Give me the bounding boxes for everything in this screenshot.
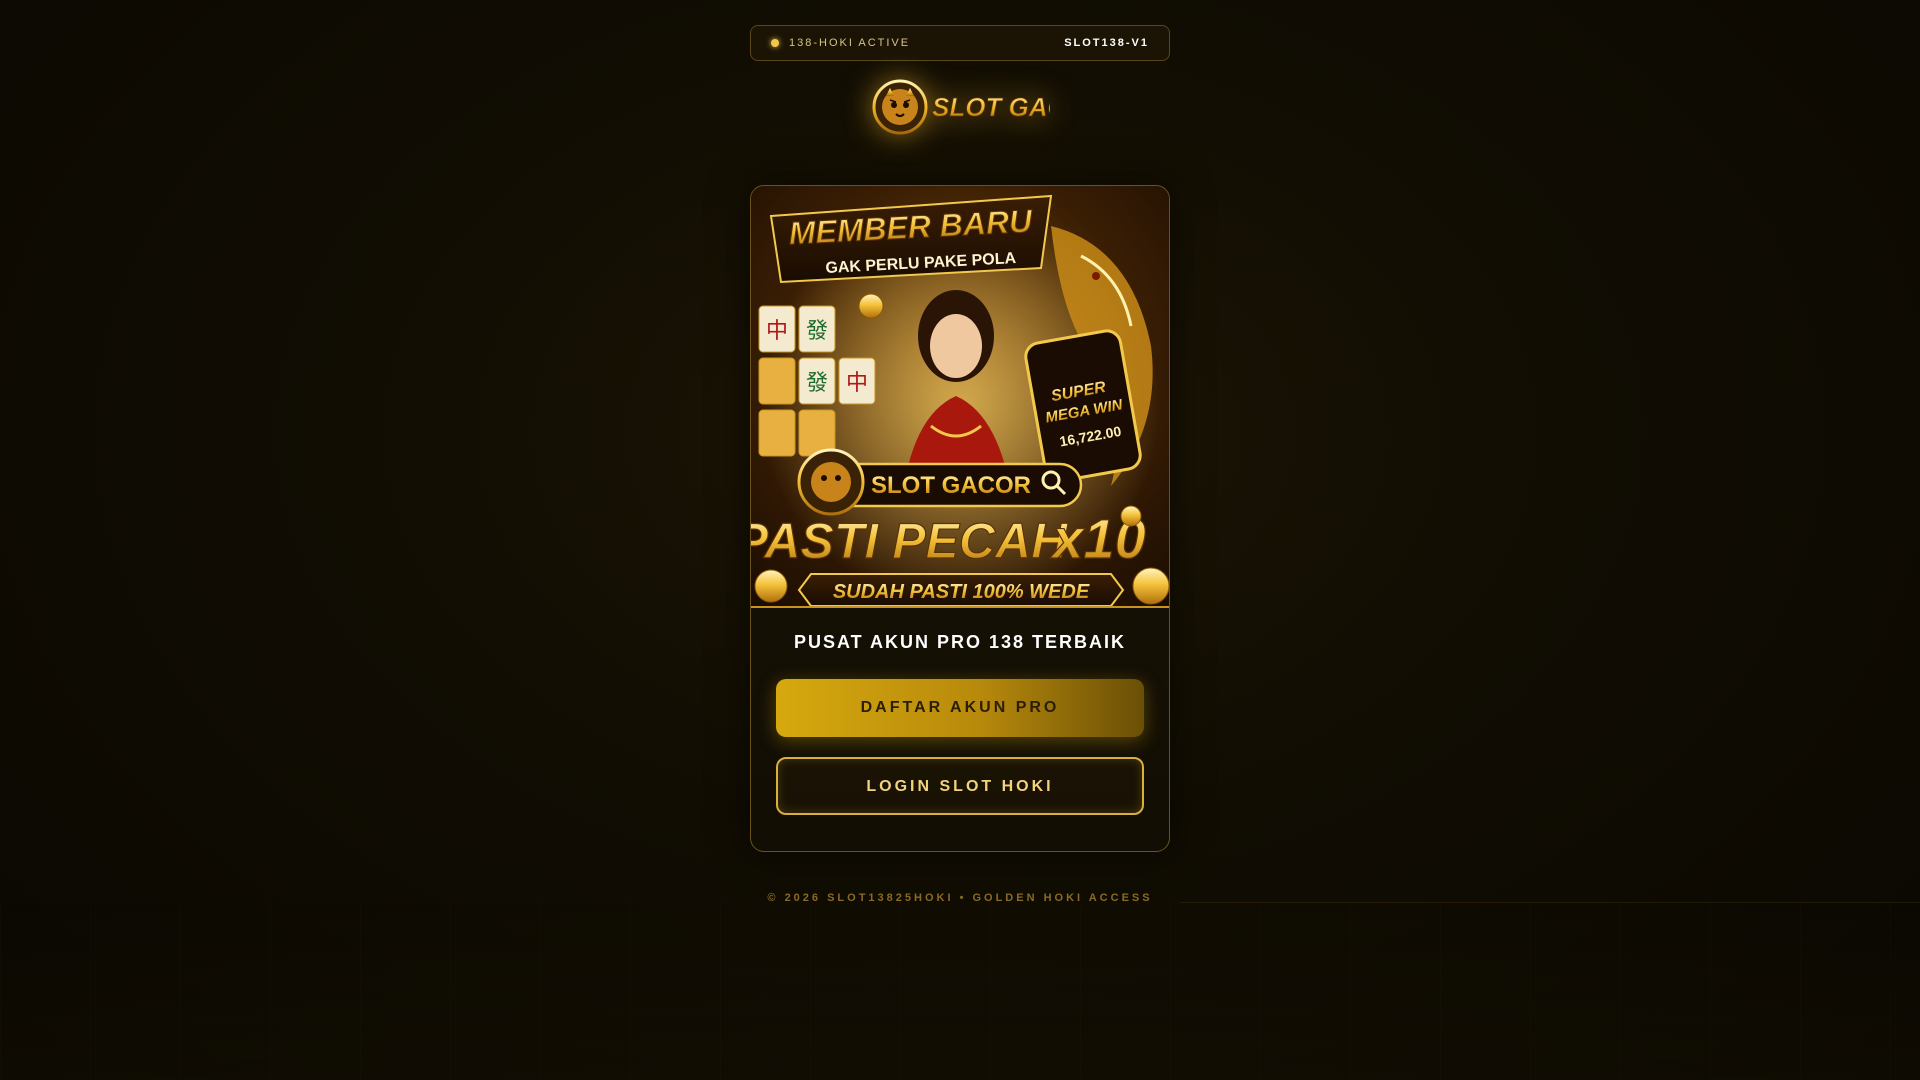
card-headline: PUSAT AKUN PRO 138 TERBAIK bbox=[793, 632, 1127, 652]
bottom-ribbon: SUDAH PASTI 100% WEDE bbox=[797, 573, 1125, 606]
site-logo[interactable]: SLOT GACOR bbox=[750, 69, 1170, 145]
footer-copyright: © 2026 SLOT13825HOKI • GOLDEN HOKI ACCES… bbox=[767, 892, 1153, 904]
login-button[interactable]: LOGIN SLOT HOKI bbox=[776, 757, 1144, 815]
register-button[interactable]: DAFTAR AKUN PRO bbox=[776, 679, 1144, 737]
page-wrapper: 138-HOKI ACTIVE SLOT138-V1 SLOT GA 中 發 發… bbox=[750, 25, 1170, 904]
member-baru-ribbon: MEMBER BARU GAK PERLU PAKE POLA bbox=[769, 194, 1053, 284]
svg-text:中: 中 bbox=[766, 319, 788, 344]
footer-divider bbox=[1180, 902, 1920, 903]
status-bar: 138-HOKI ACTIVE SLOT138-V1 bbox=[750, 25, 1170, 61]
bottom-ribbon-text: SUDAH PASTI 100% WEDE bbox=[833, 581, 1090, 603]
search-pill-label: SLOT GACOR bbox=[871, 472, 1031, 499]
status-dot-icon bbox=[771, 39, 779, 47]
status-text: 138-HOKI ACTIVE bbox=[789, 37, 911, 49]
pasti-pecah-text: PASTI PECAH bbox=[751, 513, 1068, 569]
tiger-head-icon bbox=[872, 79, 928, 135]
status-indicator: 138-HOKI ACTIVE bbox=[771, 37, 910, 49]
main-card: 中 發 發 中 SUPER MEGA WIN 16,722.00 MEMBER … bbox=[750, 185, 1170, 852]
svg-text:發: 發 bbox=[806, 319, 828, 344]
logo-text: SLOT GACOR bbox=[932, 92, 1050, 122]
background-floor-grid bbox=[0, 900, 1920, 1080]
promo-banner[interactable]: 中 發 發 中 SUPER MEGA WIN 16,722.00 MEMBER … bbox=[751, 186, 1169, 608]
version-label: SLOT138-V1 bbox=[1064, 37, 1149, 49]
svg-text:發: 發 bbox=[806, 371, 828, 396]
banner-graphic: 中 發 發 中 SUPER MEGA WIN 16,722.00 MEMBER … bbox=[751, 194, 1169, 606]
svg-text:中: 中 bbox=[846, 371, 868, 396]
logo-graphic: SLOT GACOR bbox=[872, 79, 1050, 135]
